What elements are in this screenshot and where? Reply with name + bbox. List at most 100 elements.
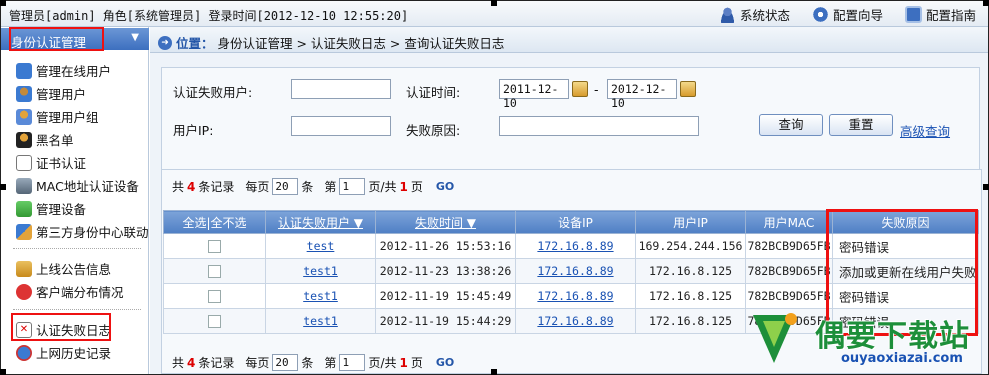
nav-system-status[interactable]: 系统状态 — [718, 5, 790, 24]
divider — [13, 309, 141, 310]
end-date-input[interactable]: 2012-12-10 — [607, 79, 677, 110]
fail-user-input[interactable] — [291, 79, 391, 99]
calendar-icon[interactable] — [680, 81, 696, 97]
pager-text: 条记录 — [198, 180, 235, 194]
user-ip-cell: 172.16.8.125 — [635, 258, 746, 284]
page-input[interactable]: 1 — [339, 178, 366, 195]
sidebar-item-online-users[interactable]: 管理在线用户 — [16, 61, 111, 80]
row-checkbox[interactable] — [208, 265, 221, 278]
third-party-icon — [16, 223, 32, 240]
resize-handle[interactable] — [983, 0, 989, 6]
date-separator: - — [594, 82, 599, 97]
select-all-header[interactable]: 全选|全不选 — [163, 210, 266, 234]
page-input[interactable]: 1 — [339, 354, 366, 371]
sidebar-item-announcement[interactable]: 上线公告信息 — [16, 259, 111, 278]
resize-handle[interactable] — [0, 0, 6, 6]
start-date-input[interactable]: 2011-12-10 — [499, 79, 569, 110]
user-ip-input[interactable] — [291, 116, 391, 136]
user-link[interactable]: test1 — [303, 314, 338, 328]
user-ip-cell: 172.16.8.125 — [635, 283, 746, 309]
resize-handle[interactable] — [983, 184, 989, 190]
search-panel: 认证失败用户: 认证时间: 2011-12-10 - 2012-12-10 用户… — [161, 67, 980, 172]
calendar-icon[interactable] — [572, 81, 588, 97]
user-ip-header: 用户IP — [635, 210, 746, 234]
pager-text: 页/共 — [368, 180, 397, 194]
sidebar-item-third-party[interactable]: 第三方身份中心联动 — [16, 222, 149, 241]
record-count: 4 — [187, 179, 196, 194]
row-checkbox[interactable] — [208, 240, 221, 253]
sidebar-item-blacklist[interactable]: 黑名单 — [16, 130, 74, 149]
per-page-input[interactable]: 20 — [272, 354, 299, 371]
client-distribution-icon — [16, 283, 32, 300]
fail-reason-input[interactable] — [499, 116, 699, 136]
pager-text: 页 — [410, 180, 423, 194]
row-checkbox-cell — [163, 258, 266, 284]
highlight-box-fail-reason — [826, 209, 978, 336]
announcement-icon — [16, 260, 32, 277]
pager-top: 共 4 条记录 每页 20 条 第 1 页/共 1 页 GO — [172, 178, 454, 195]
sidebar-item-label: 管理用户组 — [36, 110, 99, 125]
go-button[interactable]: GO — [436, 356, 454, 369]
chevron-down-icon: ▼ — [131, 32, 139, 43]
row-checkbox[interactable] — [208, 290, 221, 303]
nav-config-wizard[interactable]: 配置向导 — [811, 5, 883, 24]
resize-handle[interactable] — [0, 184, 6, 190]
user-icon — [718, 6, 736, 23]
user-link[interactable]: test1 — [303, 289, 338, 303]
device-ip-link[interactable]: 172.16.8.89 — [537, 289, 613, 303]
pager-text: 共 — [172, 356, 185, 370]
total-pages: 1 — [399, 355, 408, 370]
resize-handle[interactable] — [491, 369, 497, 375]
sidebar-item-user-groups[interactable]: 管理用户组 — [16, 107, 99, 126]
pager-bottom: 共 4 条记录 每页 20 条 第 1 页/共 1 页 GO — [172, 354, 454, 371]
sidebar-item-users[interactable]: 管理用户 — [16, 84, 86, 103]
row-checkbox[interactable] — [208, 315, 221, 328]
user-link[interactable]: test1 — [303, 264, 338, 278]
nav-label: 配置指南 — [925, 8, 976, 23]
pager-text: 第 — [324, 180, 337, 194]
certificate-icon — [16, 154, 32, 171]
sidebar-item-devices[interactable]: 管理设备 — [16, 199, 86, 218]
pager-text: 条记录 — [198, 356, 235, 370]
fail-reason-label: 失败原因: — [406, 123, 461, 138]
user-ip-cell: 172.16.8.125 — [635, 308, 746, 334]
go-button[interactable]: GO — [436, 180, 454, 193]
user-group-icon — [16, 108, 32, 125]
sidebar-item-label: 黑名单 — [36, 133, 74, 148]
highlight-box-sidebar-header — [9, 27, 104, 51]
resize-handle[interactable] — [0, 369, 6, 375]
sidebar-item-client-distribution[interactable]: 客户端分布情况 — [16, 282, 124, 301]
time-cell: 2012-11-26 15:53:16 — [375, 233, 516, 259]
device-ip-cell: 172.16.8.89 — [515, 308, 636, 334]
nav-config-guide[interactable]: 配置指南 — [904, 5, 976, 24]
gear-icon — [811, 6, 829, 23]
device-ip-header: 设备IP — [515, 210, 636, 234]
sidebar-item-label: 客户端分布情况 — [36, 285, 124, 300]
sidebar-item-mac-device[interactable]: MAC地址认证设备 — [16, 176, 139, 195]
device-ip-link[interactable]: 172.16.8.89 — [537, 264, 613, 278]
fail-user-header[interactable]: 认证失败用户 ▼ — [265, 210, 376, 234]
user-ip-label: 用户IP: — [173, 123, 214, 138]
sidebar-item-label: 证书认证 — [36, 156, 87, 171]
time-cell: 2012-11-19 15:44:29 — [375, 308, 516, 334]
device-ip-link[interactable]: 172.16.8.89 — [537, 239, 613, 253]
pager-text: 共 — [172, 180, 185, 194]
reset-button[interactable]: 重置 — [829, 114, 893, 136]
user-ip-cell: 169.254.244.156 — [635, 233, 746, 259]
mac-cell: 782BCB9D65FB — [745, 308, 833, 334]
per-page-input[interactable]: 20 — [272, 178, 299, 195]
device-ip-link[interactable]: 172.16.8.89 — [537, 314, 613, 328]
sidebar-item-certificate[interactable]: 证书认证 — [16, 153, 86, 172]
pager-text: 页 — [410, 356, 423, 370]
online-users-icon — [16, 62, 32, 79]
device-ip-cell: 172.16.8.89 — [515, 233, 636, 259]
advanced-search-link[interactable]: 高级查询 — [900, 121, 950, 140]
sidebar-item-history[interactable]: 上网历史记录 — [16, 343, 111, 362]
query-button[interactable]: 查询 — [759, 114, 823, 136]
divider — [13, 248, 141, 249]
fail-time-header[interactable]: 失败时间 ▼ — [375, 210, 516, 234]
user-link[interactable]: test — [307, 239, 335, 253]
book-icon — [904, 6, 922, 23]
sidebar-item-label: 管理用户 — [36, 87, 87, 102]
resize-handle[interactable] — [491, 0, 497, 6]
